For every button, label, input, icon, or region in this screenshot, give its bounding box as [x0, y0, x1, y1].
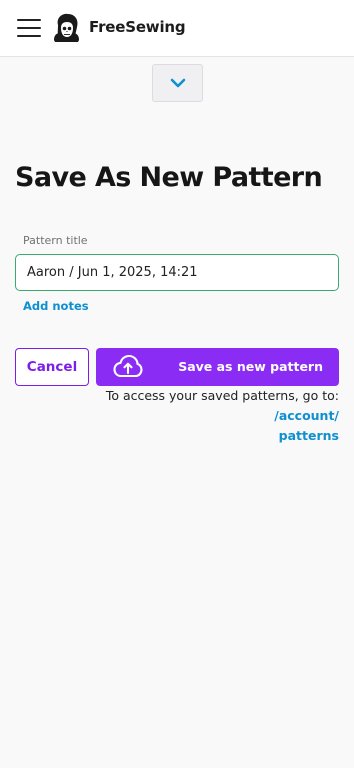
add-notes-button[interactable]: Add notes: [23, 299, 89, 313]
brand-name[interactable]: FreeSewing: [89, 18, 186, 36]
top-header: FreeSewing: [0, 0, 354, 57]
chevron-down-icon: [170, 78, 185, 88]
access-note: To access your saved patterns, go to: /a…: [39, 386, 339, 446]
hamburger-menu-icon[interactable]: [17, 18, 41, 38]
pattern-title-input[interactable]: [15, 254, 339, 291]
collapse-toggle-button[interactable]: [152, 64, 203, 102]
cloud-upload-icon: [113, 354, 143, 378]
access-note-text: To access your saved patterns, go to:: [105, 388, 339, 403]
page-title: Save As New Pattern: [15, 162, 323, 193]
freesewing-logo-icon[interactable]: [52, 12, 81, 45]
pattern-title-label: Pattern title: [23, 234, 88, 247]
save-as-new-pattern-button[interactable]: Save as new pattern: [96, 348, 339, 386]
account-patterns-link[interactable]: /account/patterns: [274, 408, 339, 443]
save-button-label: Save as new pattern: [178, 359, 323, 374]
cancel-button[interactable]: Cancel: [15, 348, 89, 386]
